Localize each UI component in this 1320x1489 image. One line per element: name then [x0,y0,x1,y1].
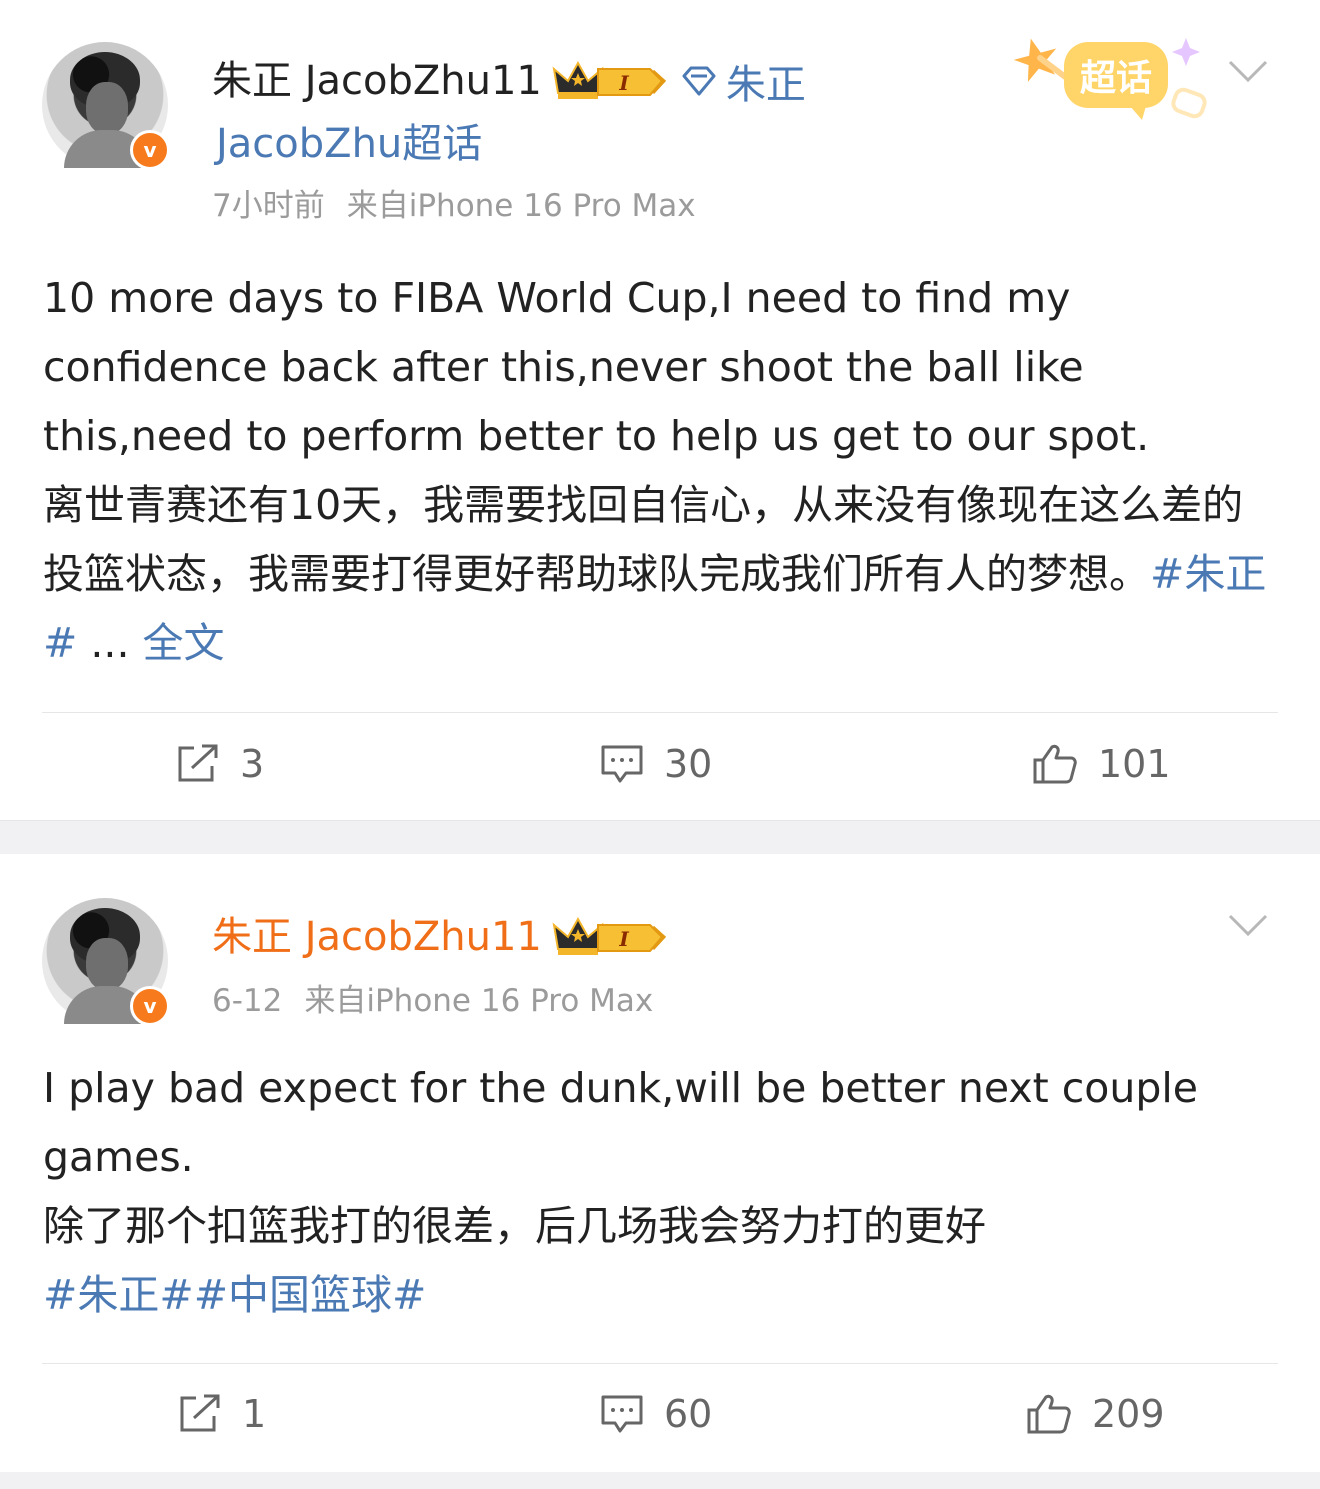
supertopic-logo[interactable]: 超话 [1010,28,1210,132]
bottom-separator [0,1472,1320,1489]
chevron-down-icon[interactable] [1228,914,1268,942]
diamond-icon [682,66,716,96]
comment-count: 60 [664,1392,713,1436]
repost-count: 3 [240,742,265,786]
like-count: 209 [1092,1392,1165,1436]
supertopic-name[interactable]: 朱正 [726,52,806,110]
crown-icon[interactable]: I [552,59,668,103]
ellipsis: ... [77,619,143,667]
username[interactable]: 朱正 JacobZhu11 [212,912,542,962]
like-icon [1027,1394,1071,1434]
expand-full-text-link[interactable]: 全文 [143,619,225,667]
post-time: 7小时前 [212,188,325,224]
avatar-face [86,82,128,134]
supertopic-link[interactable]: 朱正 [682,52,806,110]
post-text-zh: 离世青赛还有10天，我需要找回自信心，从来没有像现在这么差的投篮状态，我需要打得… [43,471,1283,678]
post-text-zh: 除了那个扣篮我打的很差，后几场我会努力打的更好 [43,1202,986,1250]
comment-button[interactable]: 60 [600,1392,712,1436]
hashtag-links[interactable]: #朱正##中国篮球# [43,1261,1283,1330]
post-time: 6-12 [212,983,283,1019]
post-body: 10 more days to FIBA World Cup,I need to… [43,264,1283,678]
post-text-en: I play bad expect for the dunk,will be b… [43,1064,1198,1181]
post-source: 来自iPhone 16 Pro Max [304,983,654,1019]
post-source: 来自iPhone 16 Pro Max [346,188,696,224]
level-text: I [618,71,629,95]
avatar[interactable]: v [42,42,170,170]
username[interactable]: 朱正 JacobZhu11 [212,56,542,106]
level-text: I [618,927,629,951]
author-row: 朱正 JacobZhu11 I [212,912,668,962]
comment-icon [601,1395,643,1433]
verified-v-icon: v [130,986,170,1026]
action-bar: 3 30 101 [0,726,1320,806]
post-text-en: 10 more days to FIBA World Cup,I need to… [43,274,1150,460]
post-body: I play bad expect for the dunk,will be b… [43,1054,1283,1330]
like-button[interactable]: 101 [1032,742,1171,786]
repost-icon [178,744,218,782]
divider [42,712,1278,713]
supertopic-logo-text: 超话 [1080,58,1152,99]
repost-button[interactable]: 3 [176,742,264,786]
comment-icon [601,745,643,783]
supertopic-name-line2[interactable]: JacobZhu超话 [216,118,482,170]
action-bar: 1 60 209 [0,1376,1320,1456]
post-text-zh-content: 离世青赛还有10天，我需要找回自信心，从来没有像现在这么差的投篮状态，我需要打得… [43,481,1244,598]
repost-button[interactable]: 1 [178,1392,266,1436]
crown-icon[interactable]: I [552,915,668,959]
like-count: 101 [1098,742,1171,786]
verified-v-icon: v [130,130,170,170]
post-card-1[interactable]: v 朱正 JacobZhu11 I 朱正 JacobZhu超话 超话 7小时前 … [0,0,1320,820]
avatar[interactable]: v [42,898,170,1026]
like-icon [1033,744,1077,784]
repost-icon [180,1394,220,1432]
avatar-face [86,938,128,990]
post-separator [0,820,1320,856]
author-row: 朱正 JacobZhu11 I 朱正 [212,52,806,110]
comment-button[interactable]: 30 [600,742,712,786]
post-meta: 7小时前 来自iPhone 16 Pro Max [212,186,696,226]
chevron-down-icon[interactable] [1228,60,1268,88]
like-button[interactable]: 209 [1026,1392,1165,1436]
post-meta: 6-12 来自iPhone 16 Pro Max [212,981,653,1021]
comment-count: 30 [664,742,713,786]
post-card-2[interactable]: v 朱正 JacobZhu11 I 6-12 来自iPhone 16 Pro Ma… [0,854,1320,1474]
repost-count: 1 [242,1392,267,1436]
divider [42,1363,1278,1364]
